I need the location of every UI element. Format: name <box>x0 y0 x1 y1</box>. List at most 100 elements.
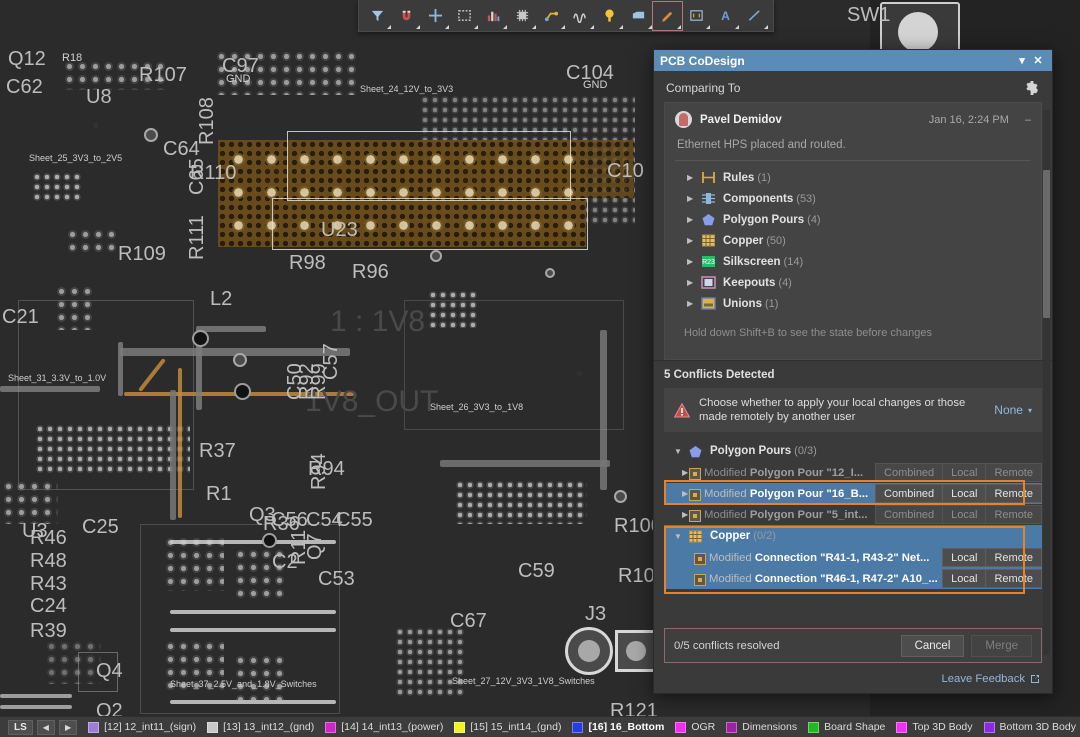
tree-item-polygon-pours[interactable]: ▶Polygon Pours(4) <box>681 209 1029 230</box>
local-button[interactable]: Local <box>943 484 986 503</box>
layer-item[interactable]: [14] 14_int13_(power) <box>325 721 443 733</box>
chevron-down-icon[interactable]: ▼ <box>674 447 681 456</box>
chevron-right-icon[interactable]: ▶ <box>687 215 694 224</box>
filter-icon[interactable] <box>363 2 392 30</box>
pcb-codesign-panel[interactable]: PCB CoDesign ▾ ✕ Comparing To Pavel Demi… <box>653 49 1053 694</box>
conflicts-list[interactable]: ▼Polygon Pours(0/3)▶Modified Polygon Pou… <box>664 440 1042 622</box>
crosshair-icon[interactable] <box>421 2 450 30</box>
conflict-group-label: Copper(0/2) <box>710 530 776 542</box>
remote-button[interactable]: Remote <box>986 484 1042 503</box>
bar-chart-icon[interactable] <box>479 2 508 30</box>
rules-icon <box>701 171 716 184</box>
leave-feedback-row[interactable]: Leave Feedback <box>654 671 1052 693</box>
layer-status-bar[interactable]: LS ◀ ▶ [12] 12_int11_(sign) [13] 13_int12… <box>0 716 1080 737</box>
layer-label: [13] 13_int12_(gnd) <box>223 721 314 733</box>
panel-close-button[interactable]: ✕ <box>1030 53 1046 69</box>
tree-item-keepouts[interactable]: ▶ Keepouts(4) <box>681 272 1029 293</box>
conflict-warning-bar: Choose whether to apply your local chang… <box>664 388 1042 432</box>
layer-item[interactable]: [12] 12_int11_(sign) <box>88 721 196 733</box>
commit-collapse-button[interactable]: – <box>1025 114 1031 126</box>
gear-icon[interactable] <box>1024 80 1040 96</box>
dimension-icon[interactable] <box>682 2 711 30</box>
select-region-icon[interactable] <box>450 2 479 30</box>
layer-item[interactable]: [16] 16_Bottom <box>572 721 664 733</box>
chevron-right-icon[interactable]: ▶ <box>682 489 689 498</box>
leave-feedback-label[interactable]: Leave Feedback <box>941 673 1025 685</box>
tree-item-components[interactable]: ▶Components(53) <box>681 188 1029 209</box>
conflict-row[interactable]: ▶Modified Polygon Pour "5_int...Combined… <box>664 504 1042 525</box>
conflict-row[interactable]: Modified Connection "R46-1, R47-2" A10_.… <box>664 568 1042 589</box>
layer-item[interactable]: Dimensions <box>726 721 797 733</box>
change-tree: ▶ Rules(1) ▶Components(53)▶Polygon Pours(4… <box>675 161 1031 316</box>
layer-item[interactable]: [15] 15_int14_(gnd) <box>454 721 561 733</box>
cancel-button[interactable]: Cancel <box>901 635 965 657</box>
line-icon[interactable] <box>740 2 769 30</box>
local-button[interactable]: Local <box>943 505 986 524</box>
local-button[interactable]: Local <box>942 548 986 567</box>
chevron-right-icon[interactable]: ▶ <box>687 278 694 287</box>
chevron-right-icon[interactable]: ▶ <box>687 299 694 308</box>
layer-item[interactable]: Board Shape <box>808 721 885 733</box>
conflict-row[interactable]: Modified Connection "R41-1, R43-2" Net..… <box>664 547 1042 568</box>
tree-item-label: Keepouts(4) <box>723 277 792 289</box>
remote-button[interactable]: Remote <box>986 463 1042 482</box>
layer-items: [12] 12_int11_(sign) [13] 13_int12_(gnd) [… <box>77 721 1080 733</box>
squiggle-icon[interactable] <box>566 2 595 30</box>
panel-body: Comparing To Pavel Demidov Jan 16, 2:24 … <box>654 71 1052 693</box>
layer-prev-button[interactable]: ◀ <box>37 720 55 735</box>
combined-button[interactable]: Combined <box>875 505 943 524</box>
tree-item-copper[interactable]: ▶Copper(50) <box>681 230 1029 251</box>
conflict-resolution-buttons: CombinedLocalRemote <box>875 484 1042 503</box>
tree-item-rules[interactable]: ▶ Rules(1) <box>681 167 1029 188</box>
tree-item-label: Rules(1) <box>723 172 771 184</box>
trace <box>440 460 610 467</box>
conflict-row[interactable]: ▶Modified Polygon Pour "12_I...CombinedL… <box>664 462 1042 483</box>
conflict-group-copper[interactable]: ▼ Copper(0/2) <box>664 525 1042 547</box>
copper-icon <box>688 530 703 543</box>
local-button[interactable]: Local <box>943 463 986 482</box>
merge-button: Merge <box>971 635 1032 657</box>
chevron-right-icon[interactable]: ▶ <box>682 468 689 477</box>
chip-icon[interactable] <box>508 2 537 30</box>
conflict-group-polygon-pours[interactable]: ▼Polygon Pours(0/3) <box>664 440 1042 462</box>
chevron-down-icon[interactable]: ▼ <box>674 532 681 541</box>
chevron-right-icon[interactable]: ▶ <box>687 194 694 203</box>
layer-item[interactable]: [13] 13_int12_(gnd) <box>207 721 314 733</box>
pcb-toolbar[interactable]: A <box>358 0 774 32</box>
pencil-box-icon[interactable] <box>653 2 682 30</box>
remote-button[interactable]: Remote <box>986 548 1042 567</box>
layer-color-swatch <box>454 722 465 733</box>
commit-card[interactable]: Pavel Demidov Jan 16, 2:24 PM – Ethernet… <box>664 102 1042 360</box>
conflict-row[interactable]: ▶Modified Polygon Pour "16_B...CombinedL… <box>664 483 1042 504</box>
polygon-icon[interactable] <box>624 2 653 30</box>
conflict-row-name: Connection "R46-1, R47-2" A10_... <box>755 573 938 585</box>
chevron-right-icon[interactable]: ▶ <box>682 510 689 519</box>
conflict-item-icon <box>689 467 701 479</box>
layer-next-button[interactable]: ▶ <box>59 720 77 735</box>
remote-button[interactable]: Remote <box>986 505 1042 524</box>
component-courtyard <box>78 652 118 692</box>
text-icon[interactable]: A <box>711 2 740 30</box>
tree-item-unions[interactable]: ▶Unions(1) <box>681 293 1029 314</box>
pad-array <box>66 228 116 256</box>
route-icon[interactable] <box>537 2 566 30</box>
layer-item[interactable]: OGR <box>675 721 715 733</box>
panel-scrollbar-thumb[interactable] <box>1043 170 1050 318</box>
magnet-icon[interactable] <box>392 2 421 30</box>
chevron-right-icon[interactable]: ▶ <box>687 173 694 182</box>
layer-item[interactable]: Top 3D Body <box>896 721 972 733</box>
layer-item[interactable]: Bottom 3D Body <box>984 721 1076 733</box>
chevron-right-icon[interactable]: ▶ <box>687 257 694 266</box>
remote-button[interactable]: Remote <box>986 569 1042 588</box>
layer-label: Bottom 3D Body <box>1000 721 1076 733</box>
conflict-resolution-selector[interactable]: None ▾ <box>994 403 1032 417</box>
local-button[interactable]: Local <box>942 569 986 588</box>
panel-minimize-button[interactable]: ▾ <box>1014 53 1030 69</box>
combined-button[interactable]: Combined <box>875 484 943 503</box>
chevron-right-icon[interactable]: ▶ <box>687 236 694 245</box>
tree-item-silkscreen[interactable]: ▶R23Silkscreen(14) <box>681 251 1029 272</box>
hairdryer-icon[interactable] <box>595 2 624 30</box>
layer-sets-button[interactable]: LS <box>8 720 33 735</box>
shortcut-hint: Hold down Shift+B to see the state befor… <box>675 316 1031 349</box>
combined-button[interactable]: Combined <box>875 463 943 482</box>
